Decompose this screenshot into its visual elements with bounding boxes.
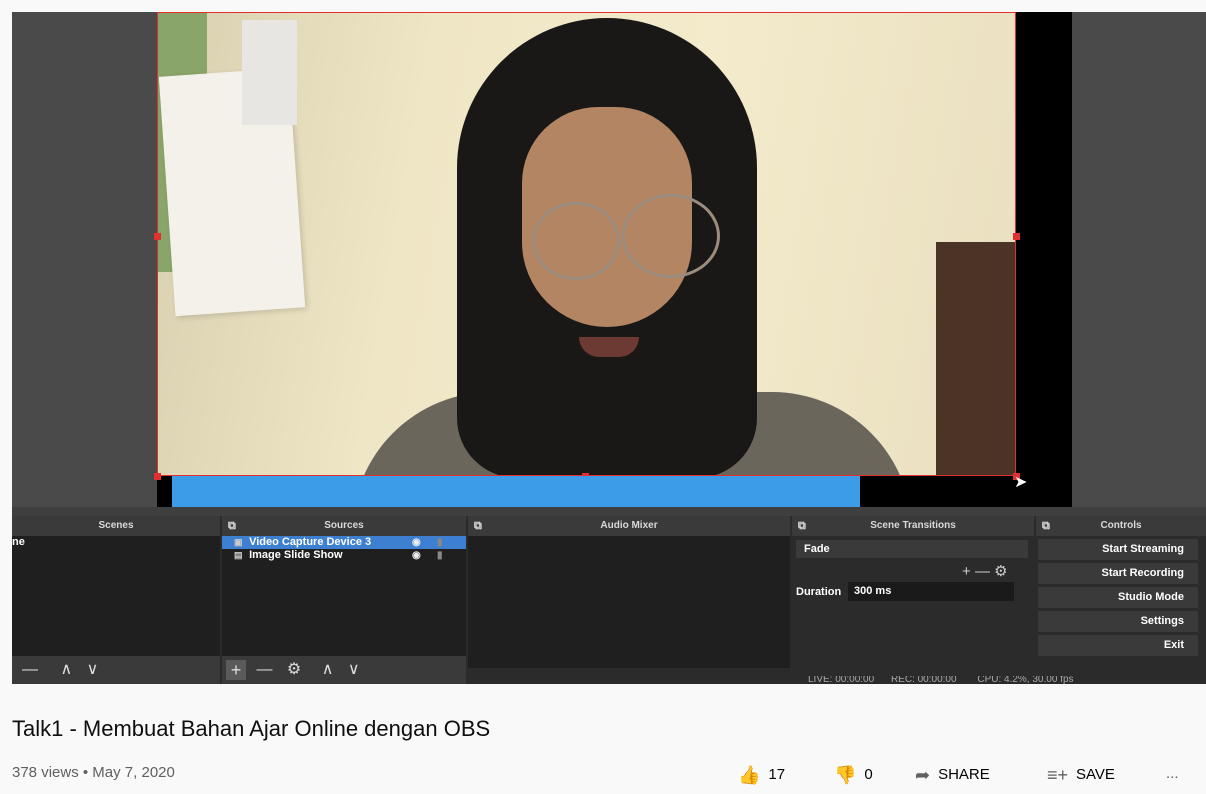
resize-handle[interactable] bbox=[154, 233, 161, 240]
source-settings-gear-icon[interactable]: ⚙ bbox=[287, 656, 301, 684]
controls-body: Start Streaming Start Recording Studio M… bbox=[1036, 536, 1206, 684]
dislike-count: 0 bbox=[864, 766, 873, 783]
dock-float-icon[interactable]: ⧉ bbox=[1042, 516, 1050, 536]
audio-mixer-header: ⧉ Audio Mixer bbox=[468, 516, 790, 536]
add-transition-button[interactable]: + bbox=[962, 563, 971, 580]
scene-transitions-panel: ⧉ Scene Transitions Fade + — ⚙ Duration … bbox=[792, 516, 1034, 684]
resize-handle[interactable] bbox=[154, 473, 161, 480]
visibility-eye-icon[interactable]: ◉ bbox=[412, 536, 421, 549]
save-button[interactable]: ≡+ SAVE bbox=[1047, 765, 1115, 786]
add-source-button[interactable]: + bbox=[226, 659, 246, 680]
like-button[interactable]: 👍 17 bbox=[738, 765, 785, 786]
audio-mixer-panel: ⧉ Audio Mixer bbox=[468, 516, 790, 684]
source-label: Video Capture Device 3 bbox=[249, 536, 372, 548]
scenes-panel: Scenes ne — ∧ ∨ bbox=[12, 516, 220, 684]
start-streaming-button[interactable]: Start Streaming bbox=[1038, 539, 1198, 560]
move-down-icon[interactable]: ∨ bbox=[348, 656, 360, 684]
live-status: LIVE: 00:00:00 bbox=[808, 676, 875, 684]
visibility-eye-icon[interactable]: ◉ bbox=[412, 549, 421, 562]
remove-transition-button[interactable]: — bbox=[975, 563, 990, 580]
sources-toolbar: + — ⚙ ∧ ∨ bbox=[222, 656, 466, 684]
lock-icon[interactable]: ▮ bbox=[437, 549, 443, 562]
controls-panel: ⧉ Controls Start Streaming Start Recordi… bbox=[1036, 516, 1206, 684]
remove-scene-button[interactable]: — bbox=[22, 656, 38, 684]
source-selection-box[interactable] bbox=[157, 12, 1016, 476]
transition-toolbar: + — ⚙ bbox=[962, 562, 1008, 580]
move-down-icon[interactable]: ∨ bbox=[87, 656, 99, 684]
transition-gear-icon[interactable]: ⚙ bbox=[994, 563, 1007, 580]
dock-float-icon[interactable]: ⧉ bbox=[798, 516, 806, 536]
scenes-toolbar: — ∧ ∨ bbox=[12, 656, 220, 684]
sources-list: ▣ Video Capture Device 3 ◉ ▮ ▤ Image Sli… bbox=[222, 536, 466, 656]
cpu-status: CPU: 4.2%, 30.00 fps bbox=[977, 676, 1074, 684]
sources-header: ⧉ Sources bbox=[222, 516, 466, 536]
thumbs-up-icon: 👍 bbox=[738, 765, 761, 785]
controls-header: ⧉ Controls bbox=[1036, 516, 1206, 536]
slide-show-source bbox=[172, 476, 860, 507]
lock-icon[interactable]: ▮ bbox=[437, 536, 443, 549]
scenes-header: Scenes bbox=[12, 516, 220, 536]
move-up-icon[interactable]: ∧ bbox=[322, 656, 334, 684]
slideshow-icon: ▤ bbox=[234, 550, 243, 560]
scenes-list[interactable]: ne bbox=[12, 536, 220, 656]
obs-dock: Scenes ne — ∧ ∨ ⧉ Sources ▣ Video Captur… bbox=[12, 516, 1206, 684]
settings-button[interactable]: Settings bbox=[1038, 611, 1198, 632]
exit-button[interactable]: Exit bbox=[1038, 635, 1198, 656]
source-label: Image Slide Show bbox=[249, 549, 343, 561]
scene-item[interactable]: ne bbox=[12, 536, 220, 549]
more-actions-button[interactable]: ... bbox=[1166, 765, 1179, 782]
dock-float-icon[interactable]: ⧉ bbox=[474, 516, 482, 536]
move-up-icon[interactable]: ∧ bbox=[60, 656, 72, 684]
source-item[interactable]: ▣ Video Capture Device 3 ◉ ▮ bbox=[222, 536, 466, 549]
source-item[interactable]: ▤ Image Slide Show ◉ ▮ bbox=[222, 549, 466, 562]
duration-label: Duration bbox=[796, 586, 842, 598]
preview-background bbox=[1072, 12, 1206, 507]
remove-source-button[interactable]: — bbox=[256, 656, 272, 684]
video-actions: 👍 17 👎 0 ➦ SHARE ≡+ SAVE ... bbox=[0, 765, 1206, 789]
mouse-cursor-icon: ➤ bbox=[1014, 474, 1028, 491]
camera-icon: ▣ bbox=[234, 537, 243, 547]
audio-mixer-body bbox=[468, 536, 790, 668]
dock-float-icon[interactable]: ⧉ bbox=[228, 516, 236, 536]
video-player[interactable]: ➤ Scenes ne — ∧ ∨ ⧉ Sources ▣ Video Capt… bbox=[12, 12, 1206, 684]
thumbs-down-icon: 👎 bbox=[834, 765, 857, 785]
transition-select[interactable]: Fade bbox=[796, 540, 1028, 558]
preview-background bbox=[12, 12, 157, 507]
duration-input[interactable]: 300 ms bbox=[848, 582, 1014, 601]
studio-mode-button[interactable]: Studio Mode bbox=[1038, 587, 1198, 608]
resize-handle[interactable] bbox=[1013, 233, 1020, 240]
start-recording-button[interactable]: Start Recording bbox=[1038, 563, 1198, 584]
scene-transitions-header: ⧉ Scene Transitions bbox=[792, 516, 1034, 536]
rec-status: REC: 00:00:00 bbox=[890, 676, 957, 684]
share-arrow-icon: ➦ bbox=[915, 765, 931, 785]
like-count: 17 bbox=[768, 766, 786, 783]
obs-status-bar: LIVE: 00:00:00 REC: 00:00:00 CPU: 4.2%, … bbox=[792, 676, 1206, 684]
playlist-add-icon: ≡+ bbox=[1047, 765, 1069, 785]
transitions-body: Fade + — ⚙ Duration 300 ms bbox=[792, 536, 1034, 684]
share-label: SHARE bbox=[938, 766, 990, 783]
dislike-button[interactable]: 👎 0 bbox=[834, 765, 873, 786]
sources-panel: ⧉ Sources ▣ Video Capture Device 3 ◉ ▮ ▤… bbox=[222, 516, 466, 684]
share-button[interactable]: ➦ SHARE bbox=[915, 765, 990, 786]
video-title: Talk1 - Membuat Bahan Ajar Online dengan… bbox=[12, 716, 491, 741]
save-label: SAVE bbox=[1076, 766, 1115, 783]
